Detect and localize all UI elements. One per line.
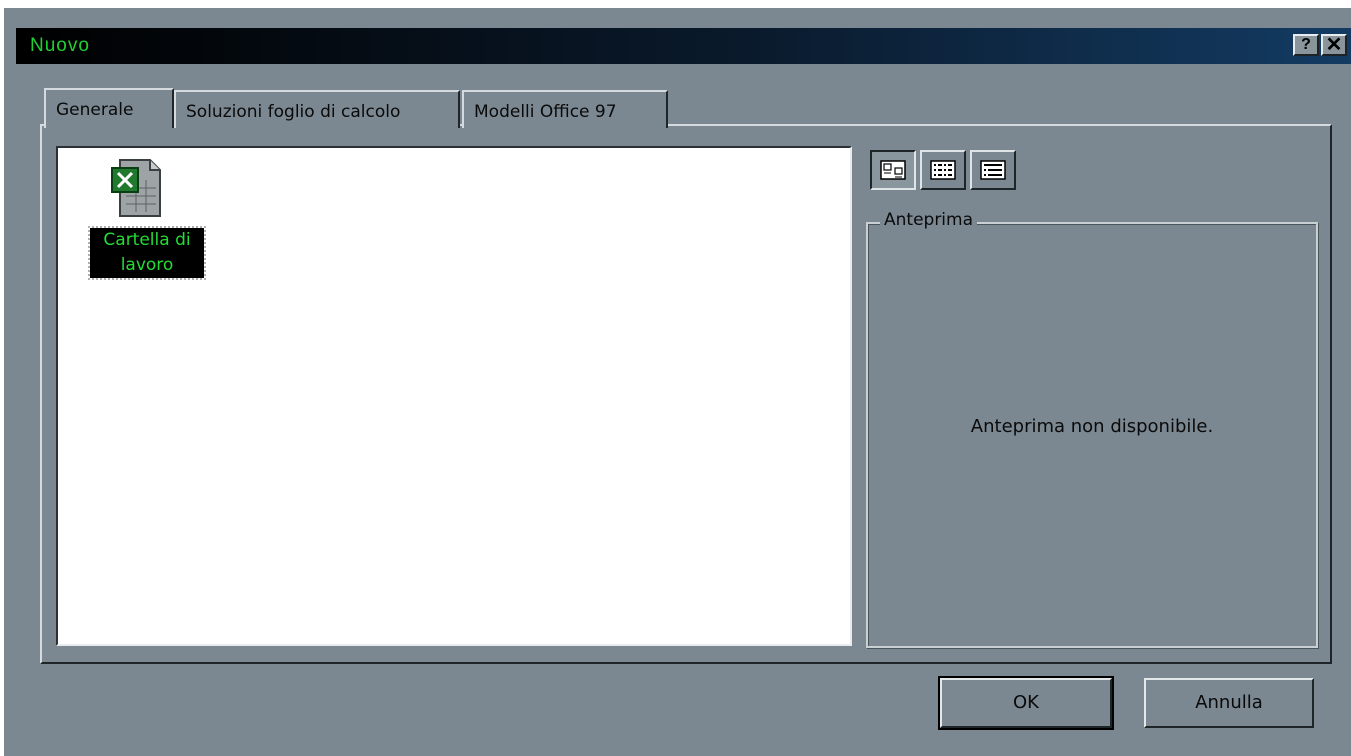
close-button[interactable]: ✕ bbox=[1321, 34, 1347, 56]
title-bar[interactable]: Nuovo ? ✕ bbox=[16, 28, 1351, 64]
tab-soluzioni-foglio-di-calcolo[interactable]: Soluzioni foglio di calcolo bbox=[174, 90, 460, 128]
tab-label: Soluzioni foglio di calcolo bbox=[186, 102, 401, 122]
list-view-icon bbox=[930, 160, 956, 180]
preview-message: Anteprima non disponibile. bbox=[970, 416, 1214, 437]
help-button[interactable]: ? bbox=[1293, 34, 1319, 56]
details-view-button[interactable] bbox=[970, 150, 1016, 190]
details-view-icon bbox=[980, 160, 1006, 180]
template-list[interactable]: Cartella di lavoro bbox=[56, 146, 852, 646]
tab-modelli-office-97[interactable]: Modelli Office 97 bbox=[462, 90, 668, 128]
window-title: Nuovo bbox=[30, 35, 90, 56]
large-icons-view-button[interactable] bbox=[870, 150, 916, 190]
new-file-dialog: Nuovo ? ✕ Generale Soluzioni foglio di c… bbox=[0, 0, 1351, 756]
list-item-cartella-di-lavoro[interactable]: Cartella di lavoro bbox=[86, 154, 206, 284]
help-icon: ? bbox=[1301, 36, 1311, 53]
list-item-label-line1: Cartella di bbox=[103, 230, 191, 250]
list-item-label-line2: lavoro bbox=[120, 255, 174, 275]
close-icon: ✕ bbox=[1325, 34, 1343, 56]
ok-button[interactable]: OK bbox=[938, 676, 1114, 730]
tab-generale[interactable]: Generale bbox=[44, 88, 174, 128]
list-item-label: Cartella di lavoro bbox=[88, 226, 206, 280]
excel-workbook-icon bbox=[111, 159, 161, 217]
tab-label: Generale bbox=[56, 100, 134, 120]
large-icons-view-icon bbox=[880, 160, 906, 180]
list-view-button[interactable] bbox=[920, 150, 966, 190]
view-mode-toolbar bbox=[870, 150, 1024, 192]
tab-label: Modelli Office 97 bbox=[474, 102, 617, 122]
cancel-button[interactable]: Annulla bbox=[1144, 678, 1314, 728]
preview-title: Anteprima bbox=[880, 210, 978, 230]
